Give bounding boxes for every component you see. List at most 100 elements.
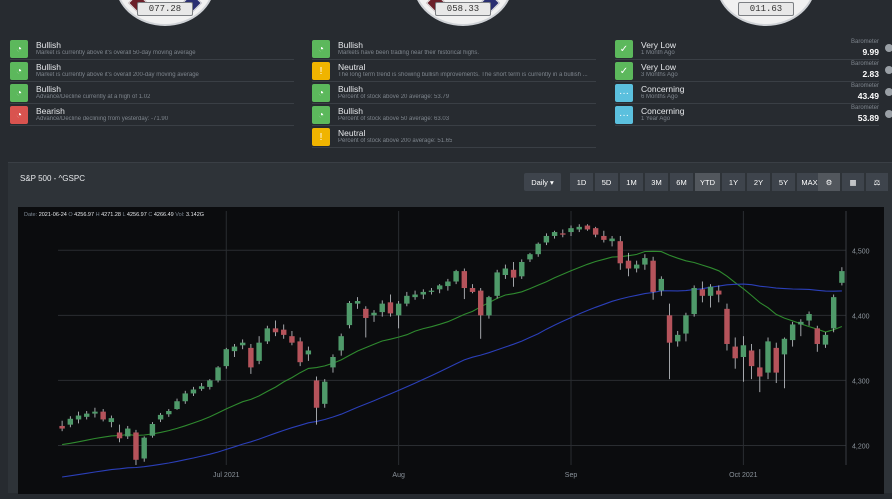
candle[interactable]	[502, 264, 509, 279]
indicator-row[interactable]: ! Neutral Percent of stock above 200 avera…	[312, 126, 596, 148]
candle[interactable]	[436, 284, 443, 294]
candle[interactable]	[584, 224, 591, 231]
range-button-5d[interactable]: 5D	[595, 173, 619, 191]
indicator-row[interactable]: ◔ Bullish Markets have been trading near t…	[312, 38, 596, 60]
candle[interactable]	[683, 312, 689, 342]
candle[interactable]	[354, 297, 361, 309]
candle[interactable]	[346, 301, 353, 329]
candle[interactable]	[633, 260, 640, 273]
candle[interactable]	[658, 276, 665, 296]
candle[interactable]	[322, 379, 328, 408]
candle[interactable]	[100, 409, 106, 422]
candle[interactable]	[141, 436, 147, 462]
indicator-row[interactable]: ◔ Bullish Market is currently above it's o…	[10, 60, 294, 82]
settings-button[interactable]: ⚙	[818, 173, 841, 191]
candle[interactable]	[839, 267, 845, 286]
candle[interactable]	[379, 300, 385, 317]
range-button-3m[interactable]: 3M	[645, 173, 669, 191]
candle[interactable]	[601, 230, 607, 243]
candle[interactable]	[248, 343, 254, 374]
indicator-row[interactable]: ✓ Very Low 3 Months Ago Barometer 2.83	[615, 60, 892, 82]
candle[interactable]	[84, 410, 90, 420]
candle[interactable]	[757, 349, 763, 393]
indicator-row[interactable]: ◔ Bullish Percent of stock above 50 averag…	[312, 104, 596, 126]
candle[interactable]	[371, 310, 377, 322]
candle[interactable]	[740, 336, 747, 382]
candle[interactable]	[305, 346, 312, 361]
candle[interactable]	[239, 339, 246, 350]
candle[interactable]	[198, 383, 205, 391]
candle[interactable]	[568, 225, 574, 236]
candle[interactable]	[716, 285, 722, 303]
candle[interactable]	[732, 337, 738, 369]
candle[interactable]	[190, 386, 197, 397]
candle[interactable]	[297, 337, 303, 367]
candle[interactable]	[519, 259, 525, 279]
candle[interactable]	[535, 242, 541, 257]
candle[interactable]	[223, 347, 229, 369]
indicator-row[interactable]: ◔ Bullish Advance/Decline currently at a h…	[10, 82, 294, 104]
indicator-row[interactable]: ! Neutral The long term trend is showing b…	[312, 60, 596, 82]
candle[interactable]	[256, 336, 262, 365]
indicator-row[interactable]: ◔ Bearish Advance/Decline declining from y…	[10, 104, 294, 126]
candle[interactable]	[395, 301, 402, 329]
candle[interactable]	[338, 333, 344, 356]
candle[interactable]	[67, 416, 74, 428]
indicator-row[interactable]: ··· Concerning 1 Year Ago Barometer 53.89	[615, 104, 892, 126]
indicator-row[interactable]: ◔ Bullish Market is currently above it's o…	[10, 38, 294, 60]
candle[interactable]	[412, 290, 418, 300]
candle[interactable]	[404, 291, 410, 307]
candle[interactable]	[551, 230, 558, 239]
candle[interactable]	[748, 343, 755, 380]
candle[interactable]	[59, 420, 65, 432]
candle[interactable]	[453, 269, 459, 285]
candle[interactable]	[149, 422, 156, 438]
candle[interactable]	[330, 354, 336, 373]
candle[interactable]	[313, 376, 320, 425]
candle[interactable]	[281, 324, 287, 339]
calculator-button[interactable]: ▦	[842, 173, 865, 191]
candle[interactable]	[125, 425, 131, 439]
candlestick-chart[interactable]: Date: 2021-06-24 O 4256.97 H 4271.28 L 4…	[18, 207, 884, 494]
range-button-1d[interactable]: 1D	[570, 173, 594, 191]
candle[interactable]	[157, 412, 164, 423]
candle[interactable]	[166, 409, 172, 417]
candle[interactable]	[699, 281, 706, 303]
indicator-row[interactable]: ✓ Very Low 1 Month Ago Barometer 9.99	[615, 38, 892, 60]
candle[interactable]	[609, 235, 615, 247]
candle[interactable]	[92, 407, 98, 418]
indicator-row[interactable]: ··· Concerning 6 Months Ago Barometer 43.49	[615, 82, 892, 104]
candle[interactable]	[560, 229, 566, 238]
candle[interactable]	[642, 254, 648, 270]
candle[interactable]	[798, 319, 804, 337]
candle[interactable]	[486, 295, 492, 319]
range-button-2y[interactable]: 2Y	[747, 173, 771, 191]
candle[interactable]	[428, 288, 435, 295]
candle[interactable]	[822, 332, 829, 348]
candle[interactable]	[215, 366, 221, 383]
candle[interactable]	[469, 284, 476, 294]
candle[interactable]	[527, 252, 533, 262]
candle[interactable]	[617, 235, 623, 270]
candle[interactable]	[207, 379, 213, 390]
balance-scale-button[interactable]: ⚖	[866, 173, 889, 191]
candle[interactable]	[445, 278, 451, 291]
candle[interactable]	[814, 325, 820, 352]
candle[interactable]	[789, 321, 796, 347]
candle[interactable]	[773, 342, 779, 384]
candle[interactable]	[174, 398, 180, 410]
candle[interactable]	[461, 268, 468, 300]
candle[interactable]	[494, 269, 500, 299]
candle[interactable]	[420, 289, 426, 300]
candle[interactable]	[691, 285, 697, 317]
candle[interactable]	[272, 320, 279, 337]
candle[interactable]	[289, 330, 295, 346]
candle[interactable]	[806, 311, 812, 326]
candle[interactable]	[510, 261, 517, 287]
candle[interactable]	[724, 303, 730, 351]
indicator-row[interactable]: ◔ Bullish Percent of stock above 20 averag…	[312, 82, 596, 104]
range-button-1y[interactable]: 1Y	[722, 173, 746, 191]
range-button-6m[interactable]: 6M	[670, 173, 694, 191]
candle[interactable]	[543, 233, 550, 246]
candle[interactable]	[116, 424, 123, 443]
